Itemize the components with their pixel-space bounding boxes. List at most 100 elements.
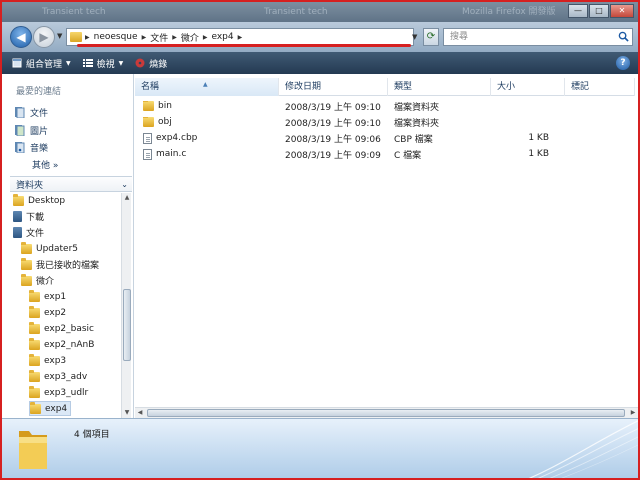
- column-header-size[interactable]: 大小: [491, 78, 565, 96]
- scroll-left-icon[interactable]: ◀: [135, 408, 145, 418]
- file-name-cell[interactable]: exp4.cbp: [135, 132, 279, 144]
- file-row[interactable]: obj 2008/3/19 上午 09:10 檔案資料夾: [135, 114, 555, 130]
- folder-tree-item[interactable]: exp4: [29, 401, 72, 416]
- file-type-cell: 檔案資料夾: [394, 102, 440, 113]
- decorative-swoosh: [528, 420, 638, 478]
- chevron-right-icon[interactable]: ▶: [85, 34, 90, 41]
- scroll-up-icon[interactable]: ▲: [122, 193, 132, 203]
- explorer-window: Transient tech Transient tech Mozilla Fi…: [0, 0, 640, 480]
- folder-tree-item[interactable]: 文件: [13, 225, 44, 240]
- folder-tree: Desktop 下載 文件 Updater5 我已接收的檔案 微介 exp1 exp2 exp2…: [10, 193, 120, 418]
- favorite-link-documents[interactable]: 文件: [14, 106, 48, 119]
- recent-pages-dropdown[interactable]: ▼: [57, 32, 62, 40]
- scroll-right-icon[interactable]: ▶: [628, 408, 638, 418]
- folder-tree-item[interactable]: 我已接收的檔案: [21, 257, 99, 272]
- folder-icon: [21, 257, 32, 270]
- folder-tree-item[interactable]: exp2_nAnB: [29, 337, 94, 352]
- column-header-label: 標記: [571, 82, 590, 92]
- folder-tree-item[interactable]: exp2: [29, 305, 66, 320]
- folder-icon: [19, 431, 47, 469]
- folder-tree-label: Updater5: [36, 243, 79, 254]
- breadcrumb-item[interactable]: exp4: [211, 32, 233, 42]
- chevron-right-icon[interactable]: ▶: [203, 34, 208, 41]
- close-button[interactable]: ✕: [610, 4, 634, 18]
- sort-ascending-icon: ▲: [203, 81, 208, 88]
- item-count: 4 個項目: [74, 430, 110, 440]
- organize-button[interactable]: 組合管理 ▼: [12, 54, 71, 72]
- file-list: ▲ 名稱 修改日期 類型 大小 標記 bin 2008/3/19 上午 09:10…: [135, 74, 638, 418]
- favorite-link-label: 音樂: [30, 144, 49, 154]
- back-button[interactable]: ◀: [10, 26, 32, 48]
- folder-tree-label: Desktop: [28, 195, 66, 206]
- folder-tree-item[interactable]: exp3: [29, 353, 66, 368]
- chevron-right-icon[interactable]: ▶: [172, 34, 177, 41]
- folder-tree-item[interactable]: 下載: [13, 209, 44, 224]
- folder-icon: [29, 385, 40, 398]
- document-folder-icon: [13, 227, 22, 238]
- breadcrumb: ▶ neoesque ▶ 文件 ▶ 微介 ▶ exp4 ▶: [85, 29, 242, 45]
- column-header-date[interactable]: 修改日期: [279, 78, 388, 96]
- folder-tree-item[interactable]: Desktop: [13, 193, 65, 208]
- search-icon[interactable]: [618, 31, 629, 42]
- help-button[interactable]: ?: [616, 56, 630, 70]
- folder-tree-label: exp3: [44, 355, 67, 366]
- file-name-cell[interactable]: main.c: [135, 148, 279, 160]
- address-history-dropdown[interactable]: ▼: [412, 28, 422, 46]
- column-header-type[interactable]: 類型: [388, 78, 491, 96]
- views-button[interactable]: 檢視 ▼: [82, 54, 123, 72]
- favorite-link-pictures[interactable]: 圖片: [14, 124, 48, 137]
- file-row[interactable]: main.c 2008/3/19 上午 09:09 C 檔案 1 KB: [135, 146, 555, 162]
- column-header-label: 大小: [497, 82, 516, 92]
- file-date-cell: 2008/3/19 上午 09:10: [285, 118, 381, 129]
- column-header-tags[interactable]: 標記: [565, 78, 635, 96]
- folder-icon: [143, 101, 154, 111]
- chevron-down-icon: ▼: [66, 59, 71, 67]
- breadcrumb-item[interactable]: neoesque: [94, 32, 138, 42]
- file-list-scrollbar[interactable]: ◀ ▶: [135, 407, 638, 418]
- title-bar: Transient tech Transient tech Mozilla Fi…: [2, 2, 638, 22]
- folder-tree-label: 微介: [36, 277, 55, 287]
- folder-tree-label: 文件: [26, 229, 45, 239]
- burn-disc-icon: [135, 58, 145, 68]
- file-size-cell: 1 KB: [528, 149, 549, 159]
- folder-tree-item[interactable]: Updater5: [21, 241, 78, 256]
- folder-icon: [143, 117, 154, 127]
- folder-tree-item[interactable]: exp1: [29, 289, 66, 304]
- folder-tree-label: exp3_udlr: [44, 387, 89, 398]
- folder-tree-label: exp1: [44, 291, 67, 302]
- forward-button[interactable]: ▶: [33, 26, 55, 48]
- maximize-button[interactable]: □: [589, 4, 609, 18]
- scrollbar-thumb[interactable]: [147, 409, 625, 417]
- folder-icon: [30, 401, 41, 414]
- chevron-right-icon[interactable]: ▶: [238, 34, 243, 41]
- scrollbar-thumb[interactable]: [123, 289, 131, 361]
- breadcrumb-item[interactable]: 微介: [181, 31, 199, 44]
- column-header-label: 類型: [394, 82, 413, 92]
- arrow-right-icon: ▶: [39, 30, 49, 44]
- file-row[interactable]: bin 2008/3/19 上午 09:10 檔案資料夾: [135, 98, 555, 114]
- favorite-link-music[interactable]: 音樂: [14, 141, 48, 154]
- command-bar: 組合管理 ▼ 檢視 ▼ 燒錄 ?: [2, 52, 638, 74]
- scroll-down-icon[interactable]: ▼: [122, 408, 132, 418]
- folder-icon: [21, 273, 32, 286]
- breadcrumb-item[interactable]: 文件: [150, 31, 168, 44]
- folders-header[interactable]: 資料夾 ⌄: [10, 176, 132, 192]
- refresh-button[interactable]: ⟳: [423, 28, 439, 46]
- burn-button[interactable]: 燒錄: [135, 54, 167, 72]
- file-name-cell[interactable]: obj: [135, 117, 279, 127]
- more-favorites-link[interactable]: 其他 »: [32, 158, 58, 171]
- minimize-button[interactable]: —: [568, 4, 588, 18]
- folder-tree-item[interactable]: 微介: [21, 273, 54, 288]
- column-header-name[interactable]: ▲ 名稱: [135, 78, 279, 96]
- chevron-right-icon[interactable]: ▶: [142, 34, 147, 41]
- folder-tree-item[interactable]: exp3_adv: [29, 369, 87, 384]
- file-name-cell[interactable]: bin: [135, 101, 279, 111]
- folder-tree-scrollbar[interactable]: ▲ ▼: [121, 193, 131, 418]
- folder-tree-item[interactable]: exp3_udlr: [29, 385, 88, 400]
- file-row[interactable]: exp4.cbp 2008/3/19 上午 09:06 CBP 檔案 1 KB: [135, 130, 555, 146]
- folder-icon: [29, 305, 40, 318]
- music-icon: [15, 142, 25, 153]
- folder-tree-item[interactable]: exp2_basic: [29, 321, 94, 336]
- search-input[interactable]: 搜尋: [443, 28, 633, 46]
- views-icon: [82, 59, 93, 67]
